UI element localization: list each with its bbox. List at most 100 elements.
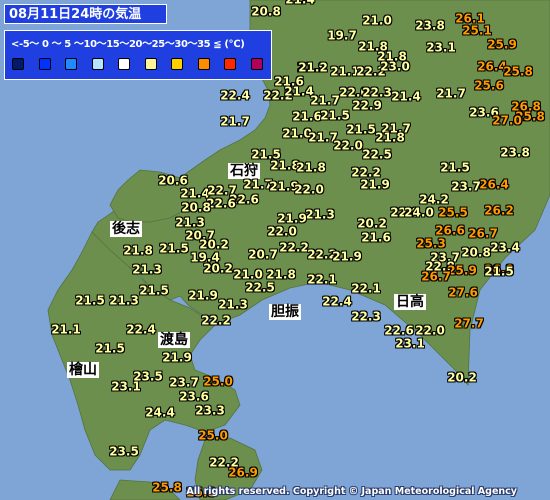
temperature-value: 21.4 <box>285 0 315 7</box>
temperature-value: 25.3 <box>416 236 446 251</box>
temperature-value: 21.5 <box>75 293 105 308</box>
temperature-value: 21.3 <box>175 215 205 230</box>
temperature-value: 22.2 <box>209 455 239 470</box>
legend-swatch <box>38 58 51 70</box>
temperature-value: 20.8 <box>251 4 281 19</box>
temperature-value: 23.1 <box>395 336 425 351</box>
temperature-value: 21.9 <box>332 249 362 264</box>
place-label: 檜山 <box>67 362 99 378</box>
temperature-value: 25.9 <box>487 37 517 52</box>
place-label: 日高 <box>394 294 426 310</box>
temperature-value: 25.0 <box>203 374 233 389</box>
temperature-value: 22.1 <box>307 272 337 287</box>
temperature-value: 21.8 <box>296 160 326 175</box>
legend-swatch <box>65 58 77 70</box>
temperature-value: 22.5 <box>245 280 275 295</box>
temperature-value: 21.4 <box>391 89 421 104</box>
temperature-value: 20.2 <box>357 216 387 231</box>
temperature-value: 22.9 <box>352 98 382 113</box>
place-label: 渡島 <box>158 332 190 348</box>
legend-swatch <box>197 58 210 70</box>
temperature-value: 21.9 <box>188 288 218 303</box>
temperature-value: 26.7 <box>421 269 451 284</box>
temperature-value: 23.3 <box>195 403 225 418</box>
temperature-value: 22.0 <box>333 138 363 153</box>
legend-swatch <box>224 58 236 70</box>
temperature-value: 21.1 <box>51 322 81 337</box>
temperature-value: 25.6 <box>474 78 504 93</box>
temperature-value: 23.1 <box>111 379 141 394</box>
temperature-value: 22.4 <box>126 322 156 337</box>
temperature-value: 21.7 <box>220 114 250 129</box>
temperature-value: 23.6 <box>179 389 209 404</box>
temperature-value: 27.6 <box>448 285 478 300</box>
temperature-value: 24.4 <box>145 405 175 420</box>
legend-swatch <box>144 58 157 70</box>
legend-swatch <box>91 58 104 70</box>
temperature-value: 21.3 <box>109 293 139 308</box>
temperature-value: 22.4 <box>322 294 352 309</box>
temperature-value: 23.0 <box>380 59 410 74</box>
temperature-value: 21.5 <box>95 341 125 356</box>
temperature-value: 25.0 <box>198 428 228 443</box>
legend-swatch <box>171 58 183 70</box>
temperature-value: 25.1 <box>462 23 492 38</box>
temperature-value: 21.7 <box>310 93 340 108</box>
temperature-value: 21.9 <box>360 177 390 192</box>
temperature-value: 25.5 <box>438 205 468 220</box>
temperature-value: 21.5 <box>139 283 169 298</box>
legend-scale-text: <-5～ 0 ～ 5 ～10～15～20～25～30～35 ≦ (℃) <box>11 39 245 50</box>
temperature-value: 20.7 <box>248 247 278 262</box>
map-title: 08月11日24時の気温 <box>4 4 167 24</box>
temperature-value: 21.5 <box>346 122 376 137</box>
temperature-value: 22.0 <box>267 224 297 239</box>
temperature-value: 27.0 <box>492 113 522 128</box>
temperature-value: 21.0 <box>362 13 392 28</box>
temperature-value: 21.5 <box>159 241 189 256</box>
temperature-value: 24.0 <box>404 205 434 220</box>
temperature-value: 22.0 <box>294 182 324 197</box>
temperature-value: 26.7 <box>468 226 498 241</box>
temperature-value: 23.8 <box>415 18 445 33</box>
temperature-value: 21.3 <box>305 207 335 222</box>
temperature-value: 22.2 <box>279 240 309 255</box>
temperature-map: 08月11日24時の気温 <-5～ 0 ～ 5 ～10～15～20～25～30～… <box>0 0 550 500</box>
temperature-value: 21.5 <box>320 108 350 123</box>
temperature-value: 23.8 <box>500 145 530 160</box>
temperature-value: 19.7 <box>327 28 357 43</box>
temperature-value: 25.9 <box>447 263 477 278</box>
temperature-value: 21.3 <box>132 262 162 277</box>
temperature-value: 21.8 <box>123 243 153 258</box>
temperature-value: 21.5 <box>484 264 514 279</box>
place-label: 後志 <box>110 221 142 237</box>
temperature-value: 23.1 <box>426 40 456 55</box>
temperature-value: 26.4 <box>479 177 509 192</box>
temperature-legend: <-5～ 0 ～ 5 ～10～15～20～25～30～35 ≦ (℃) <box>4 30 272 80</box>
place-label: 胆振 <box>269 304 301 320</box>
temperature-value: 21.8 <box>375 130 405 145</box>
temperature-value: 21.3 <box>218 297 248 312</box>
temperature-value: 21.5 <box>440 160 470 175</box>
temperature-value: 22.4 <box>220 88 250 103</box>
temperature-value: 27.7 <box>454 316 484 331</box>
temperature-value: 21.9 <box>162 350 192 365</box>
temperature-value: 23.7 <box>169 375 199 390</box>
copyright-notice: All rights reserved. Copyright © Japan M… <box>186 486 517 497</box>
temperature-value: 20.8 <box>461 245 491 260</box>
temperature-value: 21.7 <box>436 86 466 101</box>
temperature-value: 26.2 <box>484 203 514 218</box>
temperature-value: 25.8 <box>503 64 533 79</box>
temperature-value: 21.6 <box>292 109 322 124</box>
temperature-value: 21.6 <box>361 230 391 245</box>
legend-swatch <box>118 58 130 70</box>
temperature-value: 22.1 <box>351 281 381 296</box>
temperature-value: 23.4 <box>490 240 520 255</box>
temperature-value: 22.3 <box>351 309 381 324</box>
temperature-value: 20.8 <box>181 200 211 215</box>
legend-swatch <box>12 58 24 70</box>
temperature-value: 23.5 <box>109 444 139 459</box>
temperature-value: 22.5 <box>362 147 392 162</box>
temperature-value: 25.8 <box>152 480 182 495</box>
temperature-value: 21.2 <box>298 60 328 75</box>
temperature-value: 23.7 <box>451 179 481 194</box>
